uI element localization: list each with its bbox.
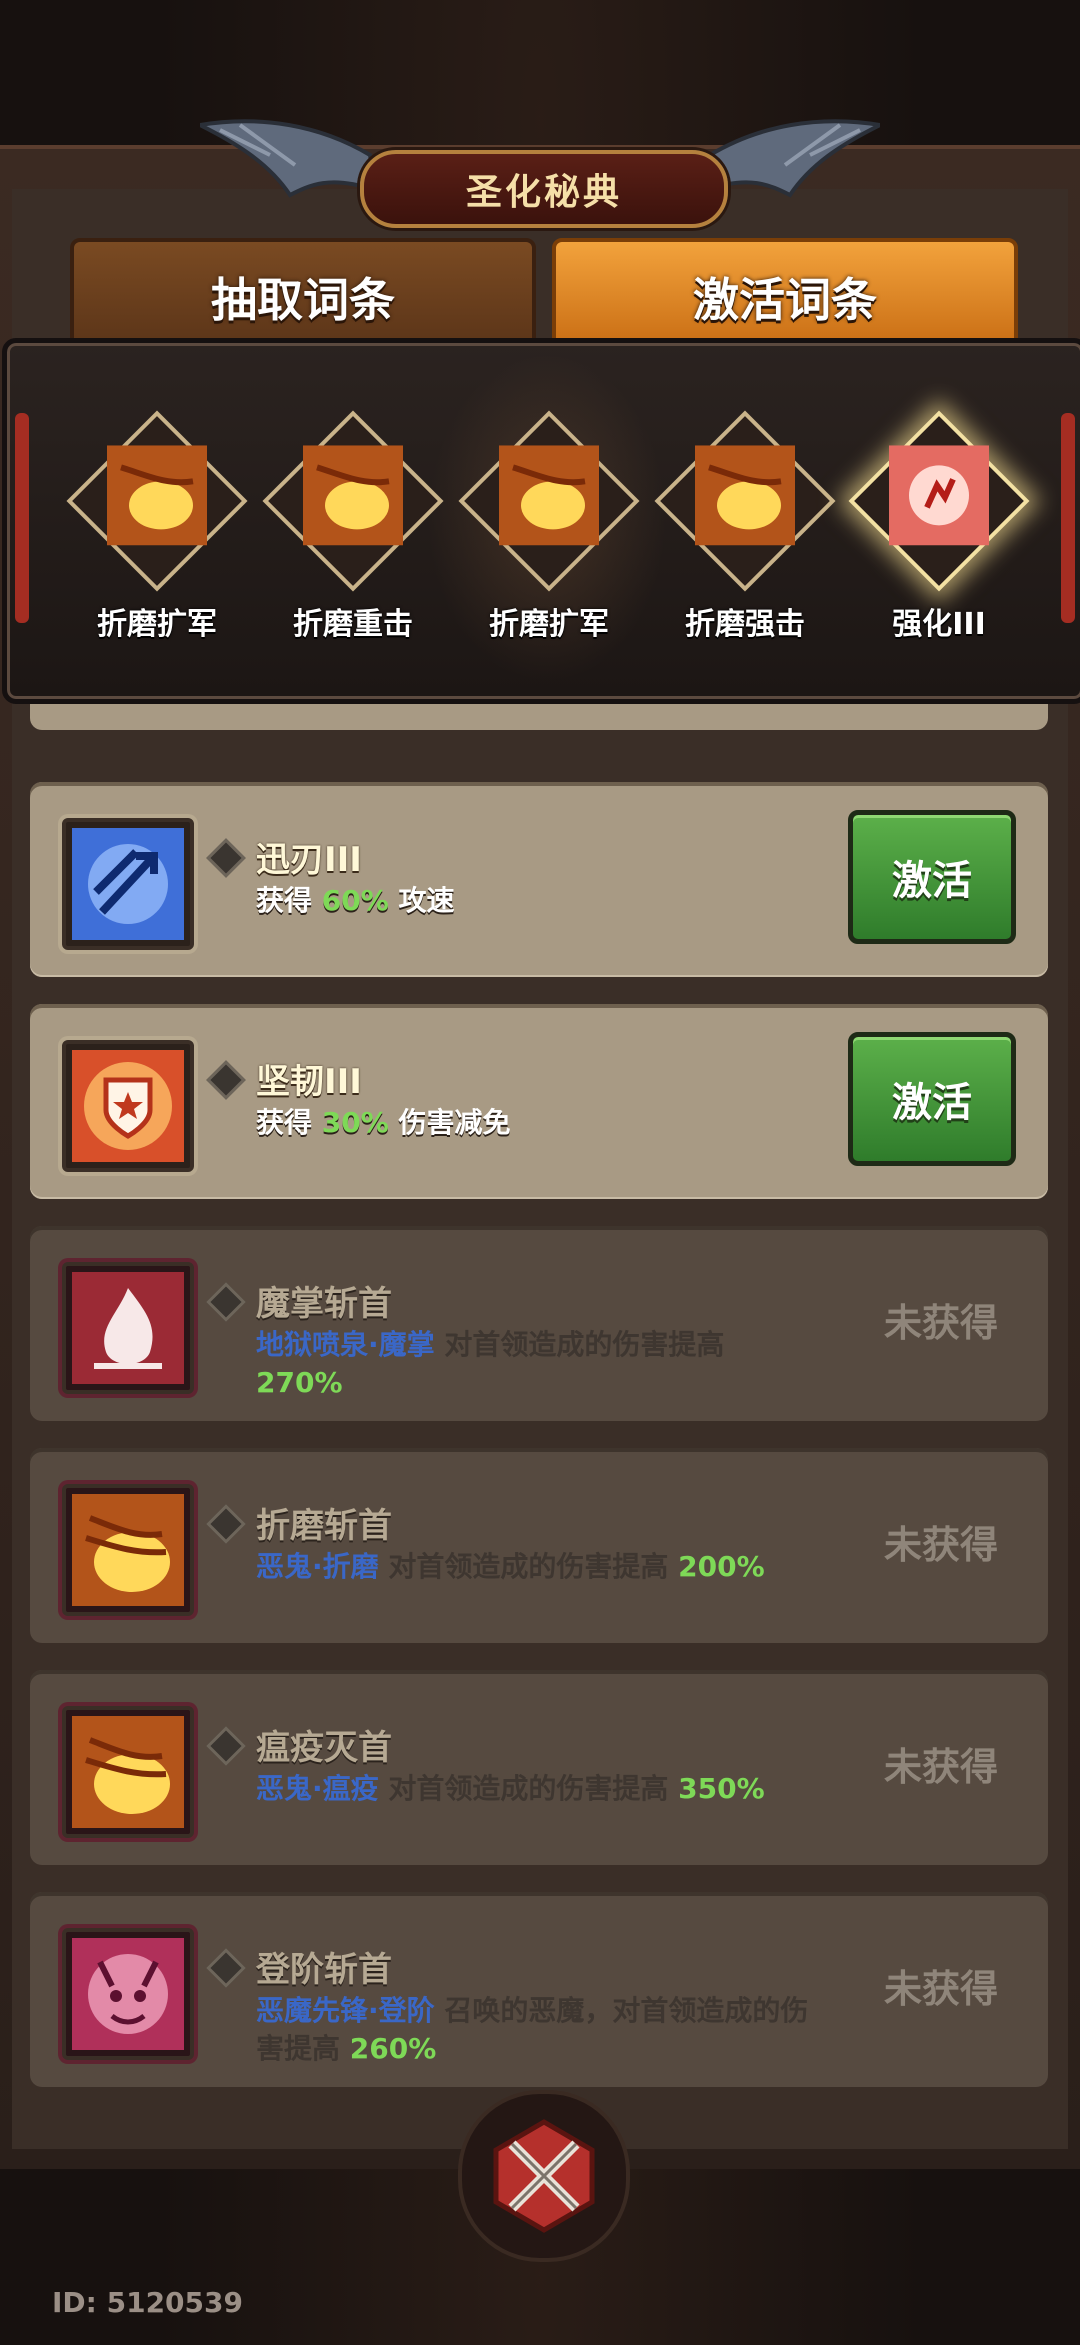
equipped-slot[interactable]: 折磨重击 (262, 410, 444, 653)
desc-tag: 地狱喷泉·魔掌 (256, 1328, 435, 1361)
desc-value: 30% (321, 1106, 389, 1139)
equipped-label: 强化III (892, 607, 986, 642)
desc-tag: 恶魔先锋·登阶 (256, 1994, 435, 2027)
left-side-bar (15, 413, 29, 623)
entry-title: 瘟疫灭首 (256, 1728, 392, 1768)
entry-title: 坚韧III (256, 1062, 362, 1102)
blue-arrows-icon (62, 818, 194, 950)
status-label: 未获得 (883, 1967, 998, 2011)
equipped-slot[interactable]: 折磨扩军 (66, 410, 248, 653)
list-item: 瘟疫灭首 恶鬼·瘟疫 对首领造成的伤害提高 350% 未获得 (30, 1670, 1048, 1865)
desc-value: 270% (256, 1366, 343, 1399)
desc-tag: 恶鬼·瘟疫 (256, 1772, 379, 1805)
equipped-label: 折磨重击 (293, 607, 413, 642)
slot-frame (654, 410, 836, 592)
desc-text: 对首领造成的伤害提高 (388, 1772, 669, 1805)
equipped-slot[interactable]: 折磨强击 (654, 410, 836, 653)
left-wing-icon (200, 119, 378, 198)
list-item: 魔掌斩首 地狱喷泉·魔掌 对首领造成的伤害提高 270% 未获得 (30, 1226, 1048, 1421)
entry-description: 获得 30% 伤害减免 (256, 1104, 816, 1142)
entry-description: 恶鬼·折磨 对首领造成的伤害提高 200% (256, 1548, 816, 1586)
diamond-bullet-icon (206, 1282, 246, 1322)
desc-text: 对首领造成的伤害提高 (388, 1550, 669, 1583)
list-item: 登阶斩首 恶魔先锋·登阶 召唤的恶魔，对首领造成的伤害提高 260% 未获得 (30, 1892, 1048, 2087)
fire-claw-icon (62, 1484, 194, 1616)
status-label: 未获得 (883, 1523, 998, 1567)
fire-claw-icon (499, 445, 599, 546)
equipped-label: 折磨扩军 (97, 607, 217, 642)
fire-claw-icon (695, 445, 795, 546)
activate-button[interactable]: 激活 (848, 810, 1016, 944)
desc-text: 对首领造成的伤害提高 (444, 1328, 725, 1361)
desc-value: 200% (678, 1550, 765, 1583)
slot-frame (66, 410, 248, 592)
desc-value: 260% (349, 2032, 437, 2065)
equipped-label: 折磨扩军 (489, 607, 609, 642)
page-title: 圣化秘典 (360, 150, 728, 228)
list-item: 迅刃III 获得 60% 攻速 激活 (30, 782, 1048, 977)
entry-title: 迅刃III (256, 840, 362, 880)
star-shield-icon (62, 1040, 194, 1172)
diamond-bullet-icon (206, 1504, 246, 1544)
desc-text: 获得 (256, 1106, 313, 1139)
diamond-bullet-icon (206, 1060, 246, 1100)
desc-text: 获得 (256, 884, 313, 917)
red-burst-icon (889, 445, 989, 546)
desc-tag: 恶鬼·折磨 (256, 1550, 379, 1583)
right-wing-icon (702, 119, 880, 198)
slot-frame (848, 410, 1030, 592)
entry-description: 地狱喷泉·魔掌 对首领造成的伤害提高 270% (256, 1326, 816, 1402)
equipped-slot[interactable]: 折磨扩军 (458, 410, 640, 653)
demon-face-icon (62, 1928, 194, 2060)
desc-value: 60% (321, 884, 389, 917)
list-item: 坚韧III 获得 30% 伤害减免 激活 (30, 1004, 1048, 1199)
white-flame-icon (62, 1262, 194, 1394)
fire-claw-icon (62, 1706, 194, 1838)
desc-text: 攻速 (398, 884, 455, 917)
entry-title: 折磨斩首 (256, 1506, 392, 1546)
entry-description: 获得 60% 攻速 (256, 882, 816, 920)
entry-description: 恶鬼·瘟疫 对首领造成的伤害提高 350% (256, 1770, 816, 1808)
entry-title: 登阶斩首 (256, 1950, 392, 1990)
slot-frame (262, 410, 444, 592)
desc-text: 伤害减免 (398, 1106, 511, 1139)
activate-button[interactable]: 激活 (848, 1032, 1016, 1166)
diamond-bullet-icon (206, 838, 246, 878)
equipped-strip: 折磨扩军 折磨重击 折磨扩军 折磨强击 强化III (2, 338, 1080, 704)
equipped-label: 折磨强击 (685, 607, 805, 642)
status-label: 未获得 (883, 1745, 998, 1789)
entry-title: 魔掌斩首 (256, 1284, 392, 1324)
crossed-swords-icon (493, 2119, 595, 2233)
desc-value: 350% (678, 1772, 765, 1805)
right-side-bar (1061, 413, 1075, 623)
diamond-bullet-icon (206, 1948, 246, 1988)
entry-description: 恶魔先锋·登阶 召唤的恶魔，对首领造成的伤害提高 260% (256, 1992, 816, 2068)
player-id: ID: 5120539 (52, 2286, 243, 2319)
emblem[interactable] (458, 2090, 630, 2262)
slot-frame (458, 410, 640, 592)
fire-claw-icon (107, 445, 207, 546)
fire-claw-icon (303, 445, 403, 546)
status-label: 未获得 (883, 1301, 998, 1345)
diamond-bullet-icon (206, 1726, 246, 1766)
equipped-slot[interactable]: 强化III (848, 410, 1030, 653)
list-item: 折磨斩首 恶鬼·折磨 对首领造成的伤害提高 200% 未获得 (30, 1448, 1048, 1643)
